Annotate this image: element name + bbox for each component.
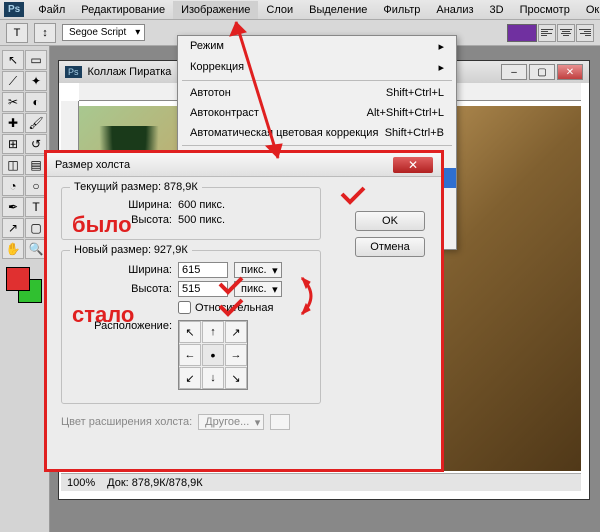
move-tool-icon[interactable]: ↖ [2, 50, 24, 70]
current-width-value: 600 пикс. [178, 199, 225, 211]
ps-logo: Ps [4, 2, 24, 17]
menu-3d[interactable]: 3D [482, 1, 512, 19]
annotation-link-arrow [296, 274, 326, 320]
anchor-ne[interactable]: ↗ [225, 321, 247, 343]
align-center-icon[interactable] [557, 24, 575, 42]
ok-button[interactable]: OK [355, 211, 425, 231]
extension-color-swatch[interactable] [270, 414, 290, 430]
minimize-button[interactable]: – [501, 64, 527, 80]
eyedropper-tool-icon[interactable]: ◐ [25, 92, 47, 112]
anchor-grid[interactable]: ↖ ↑ ↗ ← • → ↙ ↓ ↘ [178, 320, 248, 390]
font-family-select[interactable]: Segoe Script [62, 24, 145, 41]
dialog-title: Размер холста [55, 159, 130, 171]
menu-analysis[interactable]: Анализ [428, 1, 481, 19]
new-height-label: Высота: [72, 283, 172, 295]
annotation-check-ok [340, 186, 370, 206]
eraser-tool-icon[interactable]: ◫ [2, 155, 24, 175]
anchor-e[interactable]: → [225, 344, 247, 366]
text-tool-icon[interactable]: T [6, 23, 28, 43]
anchor-se[interactable]: ↘ [225, 367, 247, 389]
relative-checkbox[interactable] [178, 301, 191, 314]
menu-file[interactable]: Файл [30, 1, 73, 19]
menu-window[interactable]: Окно [578, 1, 600, 19]
wand-tool-icon[interactable]: ✦ [25, 71, 47, 91]
anchor-nw[interactable]: ↖ [179, 321, 201, 343]
lasso-tool-icon[interactable]: ⟋ [2, 71, 24, 91]
path-tool-icon[interactable]: ↗ [2, 218, 24, 238]
hand-tool-icon[interactable]: ✋ [2, 239, 24, 259]
annotation-check-height [218, 298, 248, 318]
menu-view[interactable]: Просмотр [512, 1, 578, 19]
zoom-level[interactable]: 100% [67, 477, 95, 489]
close-button[interactable]: ✕ [557, 64, 583, 80]
maximize-button[interactable]: ▢ [529, 64, 555, 80]
ps-doc-icon: Ps [65, 66, 82, 78]
annotation-check-width [218, 276, 248, 296]
menu-layers[interactable]: Слои [258, 1, 301, 19]
dialog-close-button[interactable]: ✕ [393, 157, 433, 173]
brush-tool-icon[interactable]: 🖌 [25, 113, 47, 133]
anchor-center[interactable]: • [202, 344, 224, 366]
heal-tool-icon[interactable]: ✚ [2, 113, 24, 133]
document-title: Коллаж Пиратка [88, 66, 172, 78]
text-color-swatch[interactable] [507, 24, 537, 42]
current-width-label: Ширина: [72, 199, 172, 211]
extension-color-label: Цвет расширения холста: [61, 416, 192, 428]
foreground-color[interactable] [6, 267, 30, 291]
marquee-tool-icon[interactable]: ▭ [25, 50, 47, 70]
current-height-value: 500 пикс. [178, 214, 225, 226]
align-right-icon[interactable] [576, 24, 594, 42]
anchor-w[interactable]: ← [179, 344, 201, 366]
annotation-stalo: стало [72, 302, 134, 328]
annotation-bylo: было [72, 212, 132, 238]
new-width-label: Ширина: [72, 264, 172, 276]
anchor-n[interactable]: ↑ [202, 321, 224, 343]
menu-image[interactable]: Изображение [173, 1, 258, 19]
menubar: Ps Файл Редактирование Изображение Слои … [0, 0, 600, 20]
doc-info: Док: 878,9К/878,9К [107, 477, 203, 489]
anchor-s[interactable]: ↓ [202, 367, 224, 389]
align-left-icon[interactable] [538, 24, 556, 42]
annotation-arrow-menu [168, 18, 288, 178]
menu-select[interactable]: Выделение [301, 1, 375, 19]
color-picker[interactable] [2, 267, 47, 307]
extension-color-select[interactable]: Другое... [198, 414, 264, 430]
crop-tool-icon[interactable]: ✂ [2, 92, 24, 112]
menu-edit[interactable]: Редактирование [73, 1, 173, 19]
pen-tool-icon[interactable]: ✒ [2, 197, 24, 217]
stamp-tool-icon[interactable]: ⊞ [2, 134, 24, 154]
menu-filter[interactable]: Фильтр [375, 1, 428, 19]
tools-panel: ↖ ▭ ⟋ ✦ ✂ ◐ ✚ 🖌 ⊞ ↺ ◫ ▤ ◔ ○ ✒ T ↗ ▢ ✋ 🔍 [0, 46, 50, 532]
status-bar: 100% Док: 878,9К/878,9К [61, 473, 581, 491]
orientation-toggle[interactable]: ↕ [34, 23, 56, 43]
cancel-button[interactable]: Отмена [355, 237, 425, 257]
anchor-sw[interactable]: ↙ [179, 367, 201, 389]
blur-tool-icon[interactable]: ◔ [2, 176, 24, 196]
